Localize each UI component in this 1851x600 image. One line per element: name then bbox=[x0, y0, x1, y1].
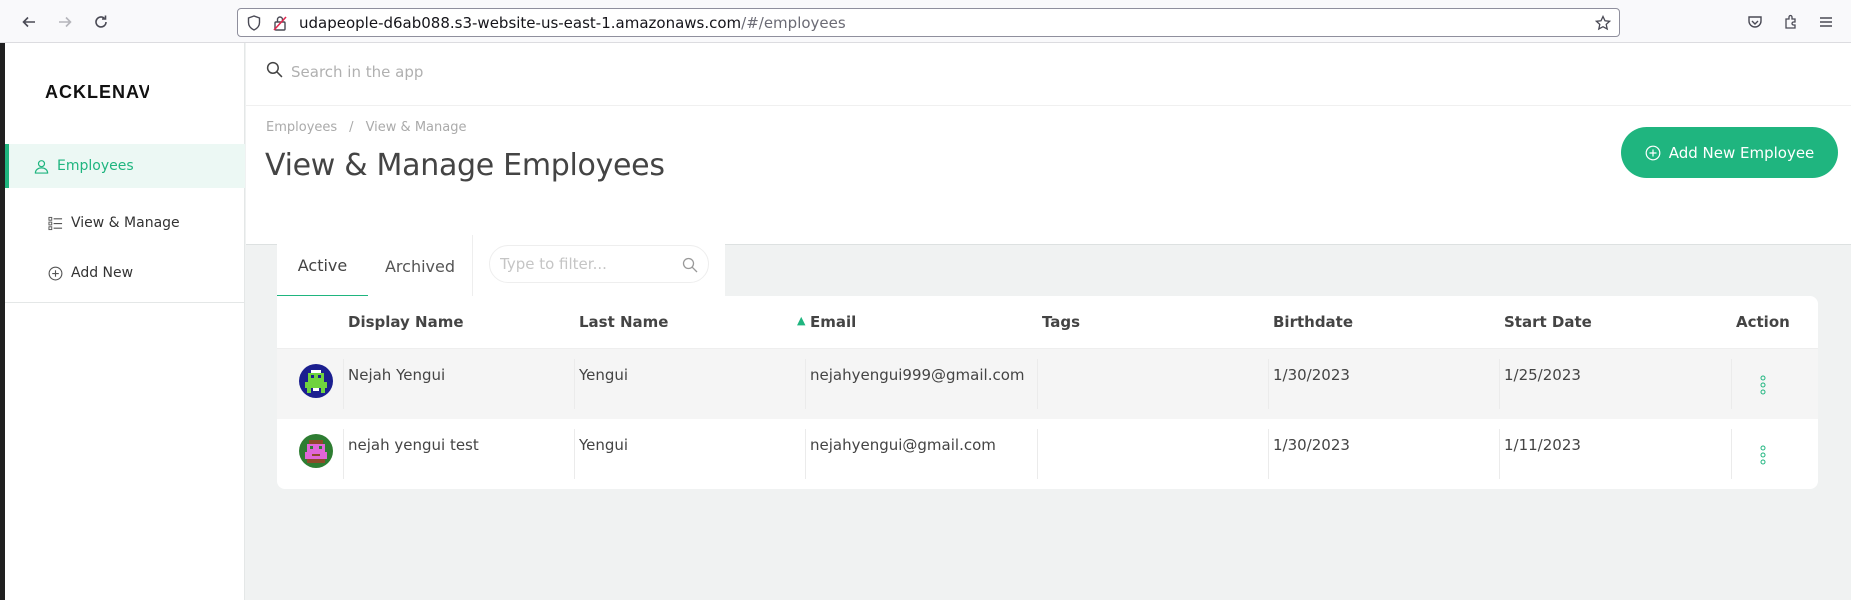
tabs-bar: Active Archived bbox=[277, 235, 725, 297]
employees-table: Display Name Last Name ▲ Email Tags Birt… bbox=[277, 296, 1818, 489]
reload-icon[interactable] bbox=[89, 10, 113, 34]
column-separator bbox=[343, 359, 344, 409]
cell-last-name: Yengui bbox=[579, 436, 629, 454]
url-text: udapeople-d6ab088.s3-website-us-east-1.a… bbox=[299, 14, 846, 32]
column-separator bbox=[1731, 359, 1732, 409]
column-separator bbox=[574, 429, 575, 479]
cell-display-name[interactable]: Nejah Yengui bbox=[348, 366, 445, 384]
table-row[interactable]: Nejah Yengui Yengui nejahyengui999@gmail… bbox=[277, 349, 1818, 419]
column-separator bbox=[1037, 429, 1038, 479]
shield-icon[interactable] bbox=[246, 15, 262, 31]
row-actions-kebab-icon[interactable] bbox=[1759, 445, 1767, 465]
back-icon[interactable] bbox=[17, 10, 41, 34]
address-bar[interactable]: udapeople-d6ab088.s3-website-us-east-1.a… bbox=[237, 8, 1620, 37]
forward-icon[interactable] bbox=[53, 10, 77, 34]
sidebar-item-employees[interactable]: Employees bbox=[5, 144, 245, 188]
search-input[interactable] bbox=[291, 62, 691, 81]
cell-display-name[interactable]: nejah yengui test bbox=[348, 436, 479, 454]
filter-input[interactable] bbox=[500, 255, 670, 273]
plus-circle-icon bbox=[47, 265, 63, 281]
pocket-icon[interactable] bbox=[1743, 10, 1767, 34]
column-last-name[interactable]: Last Name bbox=[579, 313, 668, 331]
column-separator bbox=[1731, 429, 1732, 479]
avatar bbox=[299, 364, 333, 398]
cell-birthdate: 1/30/2023 bbox=[1273, 366, 1350, 384]
breadcrumb-item[interactable]: View & Manage bbox=[366, 120, 467, 135]
tab-divider bbox=[472, 235, 473, 297]
topbar bbox=[246, 43, 1851, 106]
row-actions-kebab-icon[interactable] bbox=[1759, 375, 1767, 395]
column-tags[interactable]: Tags bbox=[1042, 313, 1080, 331]
cell-email: nejahyengui999@gmail.com bbox=[810, 366, 1025, 384]
user-icon bbox=[33, 158, 49, 174]
sidebar-item-add-new[interactable]: Add New bbox=[5, 251, 245, 295]
column-separator bbox=[805, 429, 806, 479]
column-start-date[interactable]: Start Date bbox=[1504, 313, 1592, 331]
bookmark-star-icon[interactable] bbox=[1595, 15, 1611, 31]
list-icon bbox=[47, 215, 63, 231]
plus-circle-icon bbox=[1645, 145, 1661, 161]
search-icon bbox=[266, 61, 283, 82]
table-row[interactable]: nejah yengui test Yengui nejahyengui@gma… bbox=[277, 419, 1818, 489]
avatar bbox=[299, 434, 333, 468]
menu-icon[interactable] bbox=[1814, 10, 1838, 34]
tab-active[interactable]: Active bbox=[277, 235, 368, 297]
browser-toolbar: udapeople-d6ab088.s3-website-us-east-1.a… bbox=[0, 0, 1851, 43]
extensions-icon[interactable] bbox=[1779, 10, 1803, 34]
sidebar-item-view-manage[interactable]: View & Manage bbox=[5, 201, 245, 245]
column-separator bbox=[805, 359, 806, 409]
cell-email: nejahyengui@gmail.com bbox=[810, 436, 996, 454]
filter-box bbox=[489, 245, 709, 283]
table-header: Display Name Last Name ▲ Email Tags Birt… bbox=[277, 296, 1818, 349]
cell-start-date: 1/25/2023 bbox=[1504, 366, 1581, 384]
page-title: View & Manage Employees bbox=[265, 148, 665, 183]
column-separator bbox=[1268, 429, 1269, 479]
column-email[interactable]: Email bbox=[810, 313, 856, 331]
insecure-lock-icon[interactable] bbox=[272, 15, 288, 31]
logo: ACKLENAVENUE bbox=[45, 82, 149, 102]
sidebar-divider bbox=[5, 302, 245, 303]
column-action: Action bbox=[1736, 313, 1790, 331]
column-separator bbox=[1268, 359, 1269, 409]
url-host: udapeople-d6ab088.s3-website-us-east-1.a… bbox=[299, 14, 742, 32]
search-icon[interactable] bbox=[682, 257, 698, 273]
add-new-employee-button[interactable]: Add New Employee bbox=[1621, 127, 1838, 178]
column-separator bbox=[343, 429, 344, 479]
breadcrumb-separator: / bbox=[349, 120, 354, 135]
breadcrumb: Employees / View & Manage bbox=[266, 120, 466, 135]
app: ACKLENAVENUE Employees View & Manage Add… bbox=[5, 43, 1851, 600]
column-separator bbox=[574, 359, 575, 409]
sort-ascending-icon[interactable]: ▲ bbox=[797, 314, 805, 327]
sidebar: ACKLENAVENUE Employees View & Manage Add… bbox=[5, 43, 245, 600]
column-separator bbox=[1499, 359, 1500, 409]
column-display-name[interactable]: Display Name bbox=[348, 313, 464, 331]
sidebar-item-label: Add New bbox=[71, 265, 134, 281]
add-button-label: Add New Employee bbox=[1668, 143, 1815, 162]
cell-start-date: 1/11/2023 bbox=[1504, 436, 1581, 454]
column-separator bbox=[1037, 359, 1038, 409]
url-path: /#/employees bbox=[741, 14, 846, 32]
cell-birthdate: 1/30/2023 bbox=[1273, 436, 1350, 454]
page-header: Employees / View & Manage View & Manage … bbox=[246, 106, 1851, 245]
cell-last-name: Yengui bbox=[579, 366, 629, 384]
sidebar-item-label: View & Manage bbox=[71, 215, 180, 231]
column-birthdate[interactable]: Birthdate bbox=[1273, 313, 1353, 331]
tab-archived[interactable]: Archived bbox=[368, 235, 472, 297]
sidebar-item-label: Employees bbox=[57, 158, 134, 174]
column-separator bbox=[1499, 429, 1500, 479]
breadcrumb-item[interactable]: Employees bbox=[266, 120, 337, 135]
app-search bbox=[266, 61, 691, 82]
